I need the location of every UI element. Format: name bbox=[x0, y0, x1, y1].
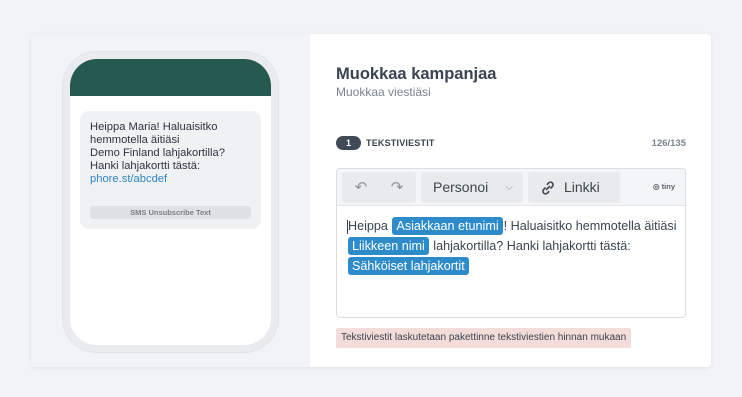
link-icon bbox=[542, 181, 554, 195]
variable-chip-first-name[interactable]: Asiakkaan etunimi bbox=[392, 217, 503, 235]
history-group: ↶ ↷ bbox=[342, 172, 416, 203]
unsubscribe-text: SMS Unsubscribe Text bbox=[90, 206, 251, 219]
message-text: lahjakortilla? Hanki lahjakortti tästä: bbox=[433, 239, 631, 253]
sms-line: Heippa Maria! Haluaisitko bbox=[90, 121, 218, 133]
editor-pane: Muokkaa kampanjaa Muokkaa viestiäsi 1 TE… bbox=[310, 34, 711, 367]
variable-chip-gift-cards[interactable]: Sähköiset lahjakortit bbox=[348, 257, 469, 275]
chevron-down-icon: ⌵ bbox=[505, 182, 513, 193]
sms-editor[interactable]: ↶ ↷ Personoi ⌵ Linkki ◎ tiny Heippa Asia… bbox=[336, 168, 686, 318]
sms-line: hemmotella äitiäsi bbox=[90, 134, 180, 146]
billing-notice: Tekstiviestit laskutetaan pakettinne tek… bbox=[336, 328, 632, 348]
editor-content[interactable]: Heippa Asiakkaan etunimi! Haluaisitko he… bbox=[347, 216, 682, 276]
step-label: TEKSTIVIESTIT bbox=[366, 138, 435, 148]
preview-pane: Heippa Maria! Haluaisitko hemmotella äit… bbox=[31, 34, 310, 367]
sms-line: Hanki lahjakortti tästä: bbox=[90, 160, 201, 172]
step-number-badge: 1 bbox=[336, 136, 361, 150]
campaign-card: Heippa Maria! Haluaisitko hemmotella äit… bbox=[31, 34, 711, 367]
message-text: ! Haluaisitko hemmotella äitiäsi bbox=[503, 219, 677, 233]
tiny-brand-icon: ◎ bbox=[653, 182, 660, 191]
personalize-dropdown[interactable]: Personoi ⌵ bbox=[421, 172, 523, 203]
tiny-brand-label: tiny bbox=[661, 182, 675, 191]
message-text: Heippa bbox=[348, 219, 388, 233]
phone-preview: Heippa Maria! Haluaisitko hemmotella äit… bbox=[63, 52, 278, 352]
undo-icon[interactable]: ↶ bbox=[344, 172, 378, 203]
sms-line: Demo Finland lahjakortilla? bbox=[90, 147, 225, 159]
page-subtitle: Muokkaa viestiäsi bbox=[336, 85, 431, 99]
link-label: Linkki bbox=[564, 179, 600, 195]
personalize-label: Personoi bbox=[433, 179, 489, 195]
phone-header bbox=[70, 59, 271, 96]
sms-bubble: Heippa Maria! Haluaisitko hemmotella äit… bbox=[80, 111, 261, 229]
tiny-logo: ◎ tiny bbox=[653, 182, 675, 191]
character-counter: 126/135 bbox=[651, 138, 686, 149]
sms-link[interactable]: phore.st/abcdef bbox=[90, 173, 251, 186]
redo-icon[interactable]: ↷ bbox=[380, 172, 414, 203]
step-row: 1 TEKSTIVIESTIT 126/135 bbox=[336, 136, 686, 150]
editor-toolbar: ↶ ↷ Personoi ⌵ Linkki ◎ tiny bbox=[337, 169, 685, 206]
page-title: Muokkaa kampanjaa bbox=[336, 65, 497, 83]
variable-chip-store-name[interactable]: Liikkeen nimi bbox=[348, 237, 429, 255]
link-button[interactable]: Linkki bbox=[528, 172, 620, 203]
